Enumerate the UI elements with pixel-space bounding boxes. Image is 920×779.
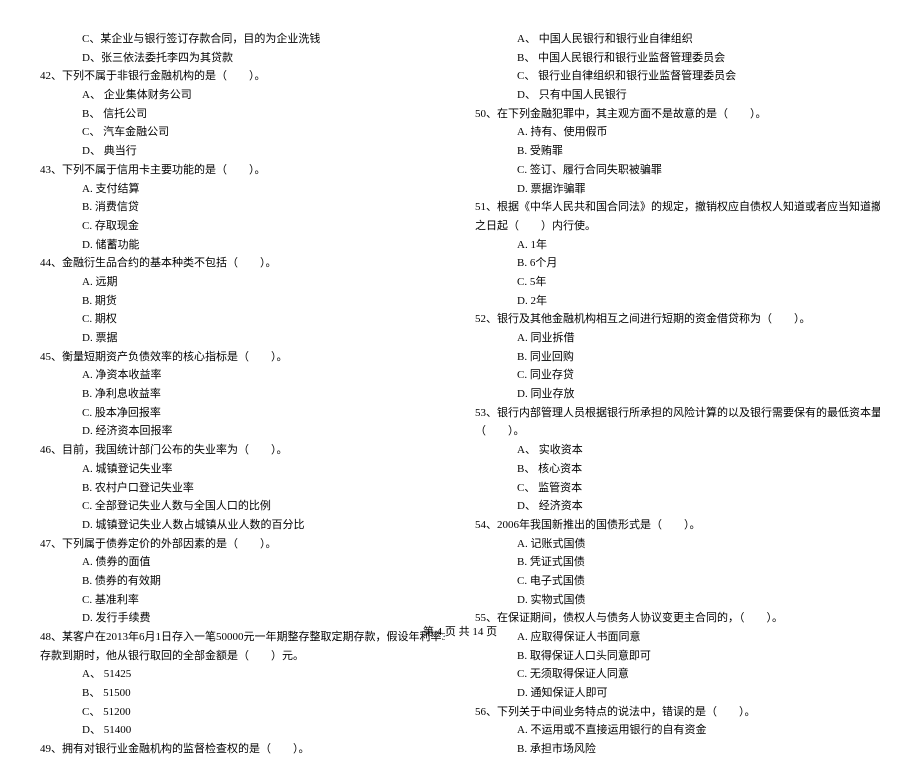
q45-b: B. 净利息收益率 — [40, 385, 445, 404]
q48-b: B、 51500 — [40, 684, 445, 703]
q54-stem: 54、2006年我国新推出的国债形式是（ ）。 — [475, 516, 880, 535]
q52-b: B. 同业回购 — [475, 348, 880, 367]
q46-b: B. 农村户口登记失业率 — [40, 479, 445, 498]
right-column: A、 中国人民银行和银行业自律组织 B、 中国人民银行和银行业监督管理委员会 C… — [475, 30, 880, 759]
q49-d: D、 只有中国人民银行 — [475, 86, 880, 105]
q51-a: A. 1年 — [475, 236, 880, 255]
q51-stem-2: 之日起（ ）内行使。 — [475, 217, 880, 236]
left-column: C、某企业与银行签订存款合同，目的为企业洗钱 D、张三依法委托李四为其贷款 42… — [40, 30, 445, 759]
q43-b: B. 消费信贷 — [40, 198, 445, 217]
q49-stem: 49、拥有对银行业金融机构的监督检查权的是（ ）。 — [40, 740, 445, 759]
q51-d: D. 2年 — [475, 292, 880, 311]
q55-c: C. 无须取得保证人同意 — [475, 665, 880, 684]
q56-stem: 56、下列关于中间业务特点的说法中，错误的是（ ）。 — [475, 703, 880, 722]
q48-stem-2: 存款到期时，他从银行取回的全部金额是（ ）元。 — [40, 647, 445, 666]
q42-b: B、 信托公司 — [40, 105, 445, 124]
q46-c: C. 全部登记失业人数与全国人口的比例 — [40, 497, 445, 516]
q45-d: D. 经济资本回报率 — [40, 422, 445, 441]
q42-d: D、 典当行 — [40, 142, 445, 161]
q52-c: C. 同业存贷 — [475, 366, 880, 385]
q53-a: A、 实收资本 — [475, 441, 880, 460]
q48-a: A、 51425 — [40, 665, 445, 684]
q50-b: B. 受贿罪 — [475, 142, 880, 161]
q55-b: B. 取得保证人口头同意即可 — [475, 647, 880, 666]
page-footer: 第 4 页 共 14 页 — [0, 623, 920, 642]
q50-a: A. 持有、使用假币 — [475, 123, 880, 142]
q44-a: A. 远期 — [40, 273, 445, 292]
q44-stem: 44、金融衍生品合约的基本种类不包括（ ）。 — [40, 254, 445, 273]
q54-b: B. 凭证式国债 — [475, 553, 880, 572]
q56-a: A. 不运用或不直接运用银行的自有资金 — [475, 721, 880, 740]
q47-b: B. 债券的有效期 — [40, 572, 445, 591]
q51-c: C. 5年 — [475, 273, 880, 292]
q47-c: C. 基准利率 — [40, 591, 445, 610]
option-d: D、张三依法委托李四为其贷款 — [40, 49, 445, 68]
q50-d: D. 票据诈骗罪 — [475, 180, 880, 199]
q44-c: C. 期权 — [40, 310, 445, 329]
q42-a: A、 企业集体财务公司 — [40, 86, 445, 105]
q43-stem: 43、下列不属于信用卡主要功能的是（ ）。 — [40, 161, 445, 180]
exam-page: C、某企业与银行签订存款合同，目的为企业洗钱 D、张三依法委托李四为其贷款 42… — [0, 0, 920, 779]
q46-stem: 46、目前，我国统计部门公布的失业率为（ ）。 — [40, 441, 445, 460]
q45-c: C. 股本净回报率 — [40, 404, 445, 423]
q46-a: A. 城镇登记失业率 — [40, 460, 445, 479]
q53-stem-2: （ ）。 — [475, 422, 880, 441]
q53-stem-1: 53、银行内部管理人员根据银行所承担的风险计算的以及银行需要保有的最低资本量称为 — [475, 404, 880, 423]
q43-c: C. 存取现金 — [40, 217, 445, 236]
q56-b: B. 承担市场风险 — [475, 740, 880, 759]
q53-d: D、 经济资本 — [475, 497, 880, 516]
q47-stem: 47、下列属于债券定价的外部因素的是（ ）。 — [40, 535, 445, 554]
q54-c: C. 电子式国债 — [475, 572, 880, 591]
q43-a: A. 支付结算 — [40, 180, 445, 199]
q48-d: D、 51400 — [40, 721, 445, 740]
q46-d: D. 城镇登记失业人数占城镇从业人数的百分比 — [40, 516, 445, 535]
q44-b: B. 期货 — [40, 292, 445, 311]
q49-b: B、 中国人民银行和银行业监督管理委员会 — [475, 49, 880, 68]
q52-d: D. 同业存放 — [475, 385, 880, 404]
q42-stem: 42、下列不属于非银行金融机构的是（ ）。 — [40, 67, 445, 86]
q45-stem: 45、衡量短期资产负债效率的核心指标是（ ）。 — [40, 348, 445, 367]
q45-a: A. 净资本收益率 — [40, 366, 445, 385]
q50-stem: 50、在下列金融犯罪中，其主观方面不是故意的是（ ）。 — [475, 105, 880, 124]
q52-a: A. 同业拆借 — [475, 329, 880, 348]
q44-d: D. 票据 — [40, 329, 445, 348]
q53-c: C、 监管资本 — [475, 479, 880, 498]
q49-a: A、 中国人民银行和银行业自律组织 — [475, 30, 880, 49]
q54-d: D. 实物式国债 — [475, 591, 880, 610]
q51-stem-1: 51、根据《中华人民共和国合同法》的规定，撤销权应自债权人知道或者应当知道撤销权… — [475, 198, 880, 217]
q48-c: C、 51200 — [40, 703, 445, 722]
q53-b: B、 核心资本 — [475, 460, 880, 479]
q43-d: D. 储蓄功能 — [40, 236, 445, 255]
q55-d: D. 通知保证人即可 — [475, 684, 880, 703]
q51-b: B. 6个月 — [475, 254, 880, 273]
q54-a: A. 记账式国债 — [475, 535, 880, 554]
q49-c: C、 银行业自律组织和银行业监督管理委员会 — [475, 67, 880, 86]
q52-stem: 52、银行及其他金融机构相互之间进行短期的资金借贷称为（ ）。 — [475, 310, 880, 329]
q42-c: C、 汽车金融公司 — [40, 123, 445, 142]
option-c: C、某企业与银行签订存款合同，目的为企业洗钱 — [40, 30, 445, 49]
q50-c: C. 签订、履行合同失职被骗罪 — [475, 161, 880, 180]
q47-a: A. 债券的面值 — [40, 553, 445, 572]
